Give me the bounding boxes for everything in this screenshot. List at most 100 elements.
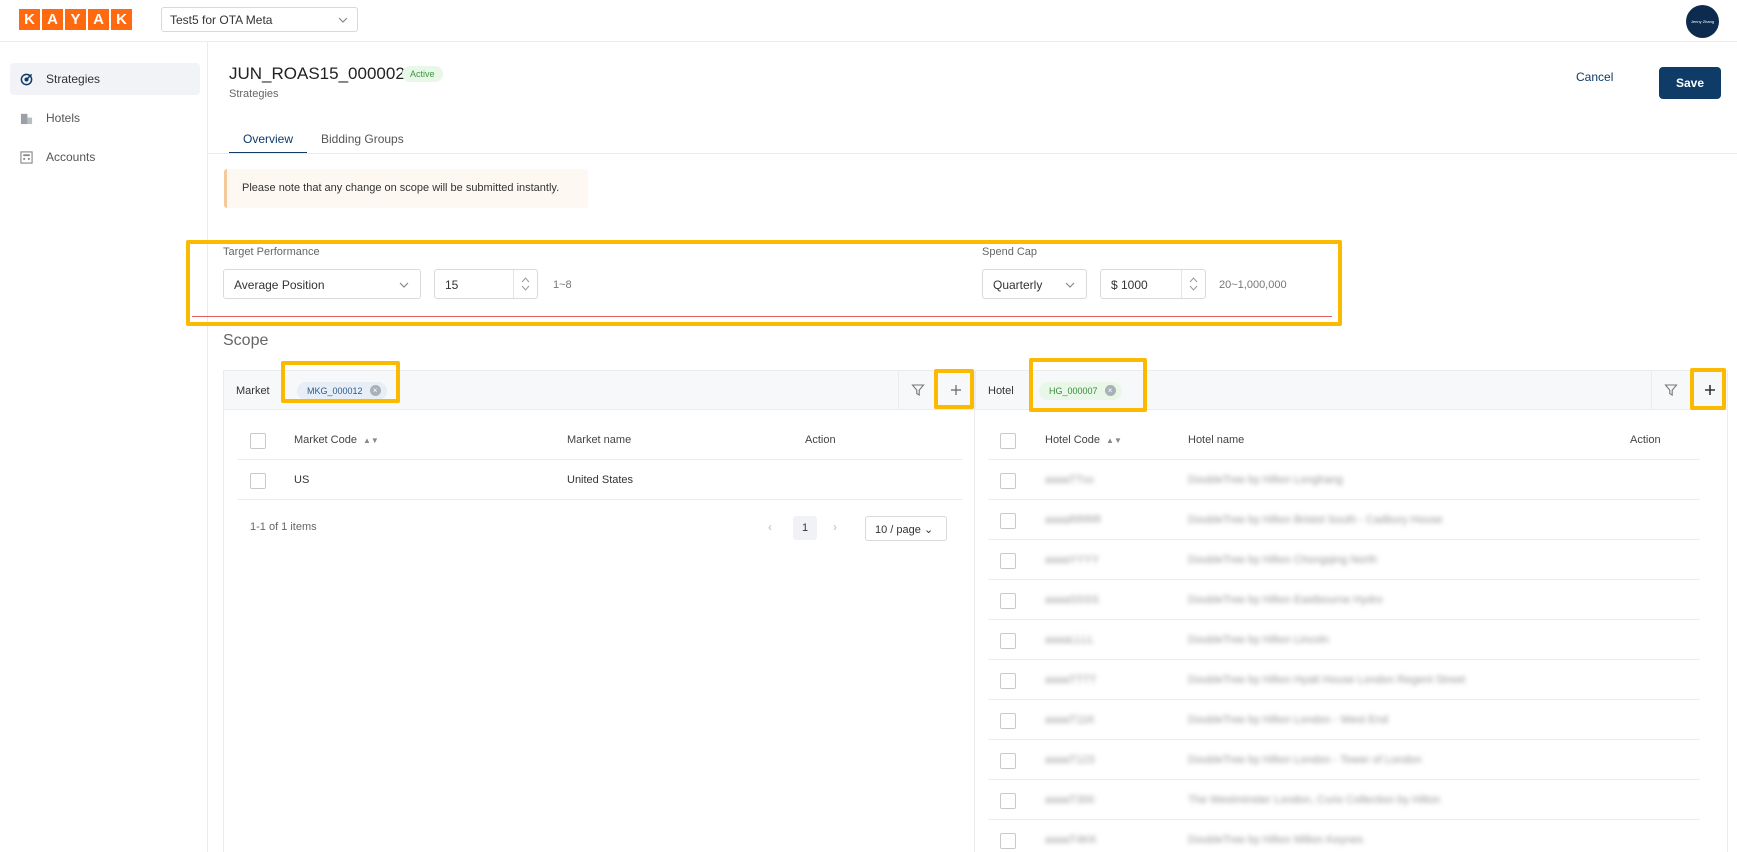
kayak-logo[interactable]: K A Y A K: [19, 9, 132, 30]
close-icon[interactable]: ×: [369, 385, 381, 396]
market-group-tag[interactable]: MKG_000012 ×: [297, 382, 387, 400]
hotel-name-cell: DoubleTree by Hilton London - Tower of L…: [1188, 754, 1422, 766]
hotel-add-button[interactable]: [1693, 371, 1727, 409]
table-row[interactable]: aaaaT11K DoubleTree by Hilton London - W…: [988, 700, 1700, 740]
select-all-checkbox[interactable]: [1000, 433, 1016, 449]
pagination-total: 1-1 of 1 items: [250, 521, 317, 533]
market-filter-button[interactable]: [898, 371, 936, 409]
hotel-code-cell: aaaaSSSS: [1045, 594, 1099, 606]
spend-cap-input[interactable]: $ 1000: [1100, 269, 1206, 299]
row-checkbox[interactable]: [1000, 833, 1016, 849]
chevron-down-icon[interactable]: [521, 285, 530, 291]
hotel-code-cell: aaaaT4KK: [1045, 834, 1097, 846]
chevron-down-icon: ⌄: [923, 524, 934, 536]
close-icon[interactable]: ×: [1104, 385, 1116, 396]
pagination-page[interactable]: 1: [793, 516, 817, 540]
row-checkbox[interactable]: [1000, 553, 1016, 569]
scope-title: Scope: [223, 332, 269, 349]
table-row[interactable]: aaaaTTxx DoubleTree by Hilton Longhang: [988, 460, 1700, 500]
row-checkbox[interactable]: [1000, 513, 1016, 529]
hotel-name-cell: DoubleTree by Hilton Milton Keynes: [1188, 834, 1364, 846]
hotel-add-cell: [1692, 370, 1728, 410]
spend-cap-period-select[interactable]: Quarterly: [982, 269, 1087, 299]
chevron-right-icon[interactable]: ›: [833, 520, 837, 534]
table-row[interactable]: US United States: [238, 460, 962, 500]
target-value-input[interactable]: 15: [434, 269, 538, 299]
chevron-down-icon: [338, 17, 348, 23]
table-row[interactable]: aaaaT4KK DoubleTree by Hilton Milton Key…: [988, 820, 1700, 852]
row-checkbox[interactable]: [1000, 673, 1016, 689]
tab-bidding-groups[interactable]: Bidding Groups: [307, 124, 418, 154]
column-header[interactable]: Hotel Code ▲▼: [1045, 434, 1122, 446]
sidebar-item-hotels[interactable]: Hotels: [10, 102, 200, 134]
sidebar-item-strategies[interactable]: Strategies: [10, 63, 200, 95]
row-checkbox[interactable]: [1000, 633, 1016, 649]
page-size-select[interactable]: 10 / page ⌄: [865, 516, 947, 541]
page-title: JUN_ROAS15_000002: [229, 64, 405, 83]
logo-letter: A: [42, 9, 63, 30]
filter-icon: [1663, 384, 1678, 396]
hotel-name-cell: DoubleTree by Hilton London - West End: [1188, 714, 1388, 726]
table-row[interactable]: aaaaYYYY DoubleTree by Hilton Chongqing …: [988, 540, 1700, 580]
row-checkbox[interactable]: [1000, 793, 1016, 809]
save-button[interactable]: Save: [1659, 67, 1721, 99]
tab-overview[interactable]: Overview: [229, 124, 308, 154]
chevron-up-icon[interactable]: [1189, 277, 1198, 283]
sort-icon[interactable]: ▲▼: [363, 436, 379, 445]
hotel-panel-header: Hotel HG_000007 ×: [975, 370, 1692, 410]
chevron-left-icon[interactable]: ‹: [768, 520, 772, 534]
cancel-button[interactable]: Cancel: [1576, 70, 1613, 84]
column-hotel-name: Hotel name: [1188, 434, 1245, 446]
column-market-code: Market Code: [294, 434, 357, 446]
hotel-name-cell: The Westminster London, Curio Collection…: [1188, 794, 1441, 806]
chevron-down-icon: [1065, 282, 1075, 288]
table-row[interactable]: aaaaLLLL DoubleTree by Hilton Lincoln: [988, 620, 1700, 660]
avatar[interactable]: Jenny Zhang: [1686, 5, 1719, 38]
sidebar-item-label: Accounts: [46, 150, 96, 164]
target-range-hint: 1~8: [553, 279, 572, 291]
hotel-filter-button[interactable]: [1651, 371, 1689, 409]
account-selector[interactable]: Test5 for OTA Meta: [161, 7, 358, 32]
table-row[interactable]: aaaaTTTT DoubleTree by Hilton Hyatt Hous…: [988, 660, 1700, 700]
column-header[interactable]: Market Code ▲▼: [294, 434, 379, 446]
market-label: Market: [236, 385, 270, 397]
row-checkbox[interactable]: [1000, 713, 1016, 729]
number-stepper[interactable]: [513, 270, 537, 298]
hotel-name-cell: DoubleTree by Hilton Bristol South - Cad…: [1188, 514, 1443, 526]
table-header-row: Hotel Code ▲▼ Hotel name Action: [988, 420, 1700, 460]
row-checkbox[interactable]: [1000, 593, 1016, 609]
column-hotel-code: Hotel Code: [1045, 434, 1101, 446]
row-checkbox[interactable]: [250, 473, 266, 489]
scope-notice: Please note that any change on scope wil…: [224, 169, 588, 208]
market-name-cell: United States: [567, 474, 634, 486]
select-all-checkbox[interactable]: [250, 433, 266, 449]
market-add-button[interactable]: [936, 371, 974, 409]
table-row[interactable]: aaaaT123 DoubleTree by Hilton London - T…: [988, 740, 1700, 780]
hotel-code-cell: aaaaYYYY: [1045, 554, 1099, 566]
breadcrumb[interactable]: Strategies: [229, 88, 279, 100]
hotel-code-cell: aaaaT300: [1045, 794, 1095, 806]
target-metric-select[interactable]: Average Position: [223, 269, 421, 299]
hotel-group-tag[interactable]: HG_000007 ×: [1039, 382, 1122, 400]
table-row[interactable]: aaaaT300 The Westminster London, Curio C…: [988, 780, 1700, 820]
logo-letter: K: [111, 9, 132, 30]
hotel-code-cell: aaaaTTxx: [1045, 474, 1094, 486]
table-row[interactable]: aaaaSSSS DoubleTree by Hilton Eastbourne…: [988, 580, 1700, 620]
target-icon: [20, 73, 33, 85]
plus-icon: [1705, 385, 1715, 395]
table-row[interactable]: aaaaRRRR DoubleTree by Hilton Bristol So…: [988, 500, 1700, 540]
calculator-icon: [20, 150, 33, 164]
table-header-row: Market Code ▲▼ Market name Action: [238, 420, 962, 460]
chevron-up-icon[interactable]: [521, 277, 530, 283]
number-stepper[interactable]: [1181, 270, 1205, 298]
row-checkbox[interactable]: [1000, 753, 1016, 769]
chevron-down-icon[interactable]: [1189, 285, 1198, 291]
sort-icon[interactable]: ▲▼: [1106, 436, 1122, 445]
market-panel-header: Market MKG_000012 ×: [223, 370, 975, 410]
hotel-label: Hotel: [988, 385, 1014, 397]
row-checkbox[interactable]: [1000, 473, 1016, 489]
spend-cap-value: $ 1000: [1111, 278, 1148, 292]
sidebar-item-accounts[interactable]: Accounts: [10, 141, 200, 173]
hotel-name-cell: DoubleTree by Hilton Lincoln: [1188, 634, 1329, 646]
market-group-tag-label: MKG_000012: [307, 386, 363, 396]
